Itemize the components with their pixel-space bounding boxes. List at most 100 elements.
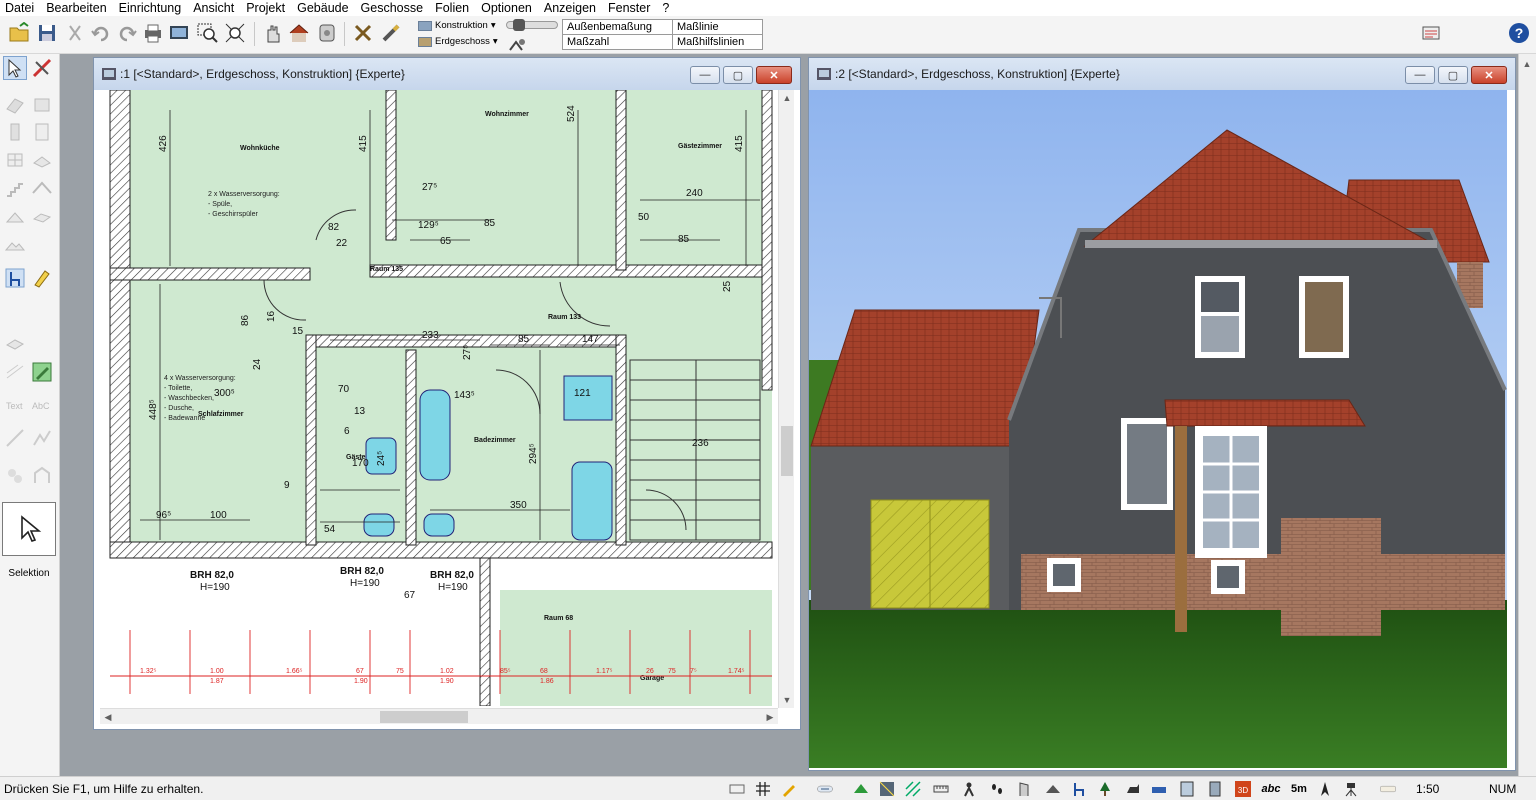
- menu-geschosse[interactable]: Geschosse: [355, 0, 430, 16]
- polyline-tool-icon[interactable]: [30, 426, 54, 450]
- slab-tool-icon[interactable]: [30, 204, 54, 228]
- hatch-icon[interactable]: [904, 780, 922, 798]
- catalog-icon[interactable]: [1418, 20, 1444, 46]
- grid-icon[interactable]: [754, 780, 772, 798]
- scroll-up-icon[interactable]: ▲: [779, 90, 795, 106]
- layer-dropdown[interactable]: Konstruktion ▾: [418, 20, 496, 31]
- furniture-chair-icon[interactable]: [3, 266, 27, 290]
- paper-scale-icon[interactable]: [1370, 780, 1406, 798]
- dormer-tool-icon[interactable]: [3, 204, 27, 228]
- text-tool-icon[interactable]: Text: [3, 394, 27, 418]
- measure-tool-icon[interactable]: [378, 20, 404, 46]
- scroll-thumb[interactable]: [380, 711, 468, 723]
- menu-gebaeude[interactable]: Gebäude: [291, 0, 354, 16]
- terrain-tool-icon[interactable]: [3, 232, 27, 256]
- menu-folien[interactable]: Folien: [429, 0, 475, 16]
- masslinie-button[interactable]: Maßlinie: [672, 19, 763, 35]
- floor-plan-canvas[interactable]: Wohnküche Wohnzimmer Gästezimmer Raum 13…: [100, 90, 778, 706]
- snap-person-icon[interactable]: [960, 780, 978, 798]
- select-arrow-icon[interactable]: [3, 56, 27, 80]
- menu-help[interactable]: ?: [656, 0, 675, 16]
- group-tool-icon[interactable]: [3, 464, 27, 488]
- roof-icon[interactable]: [1044, 780, 1062, 798]
- print-icon[interactable]: [140, 20, 166, 46]
- cut-icon[interactable]: [62, 20, 88, 46]
- door-element-icon[interactable]: [1206, 780, 1224, 798]
- minimize-button[interactable]: —: [690, 66, 720, 84]
- snap-tool-icon[interactable]: [350, 20, 376, 46]
- plane-view-icon[interactable]: [808, 780, 842, 798]
- undo-icon[interactable]: [88, 20, 114, 46]
- plan-horizontal-scrollbar[interactable]: ◀ ▶: [100, 708, 778, 724]
- scroll-right-icon[interactable]: ▶: [762, 709, 778, 725]
- building-hand-icon[interactable]: [260, 20, 286, 46]
- ceiling-tool-icon[interactable]: [30, 148, 54, 172]
- house-3d-icon[interactable]: [286, 20, 312, 46]
- zoom-all-icon[interactable]: [222, 20, 248, 46]
- dog-icon[interactable]: [1124, 780, 1142, 798]
- stair-tool-icon[interactable]: [3, 176, 27, 200]
- maximize-button[interactable]: ▢: [723, 66, 753, 84]
- transparency-slider[interactable]: [506, 19, 558, 31]
- save-icon[interactable]: [34, 20, 60, 46]
- symbol-tool-icon[interactable]: [30, 464, 54, 488]
- door-icon[interactable]: [1016, 780, 1034, 798]
- line-tool-icon[interactable]: [3, 426, 27, 450]
- close-button[interactable]: ✕: [1471, 66, 1507, 84]
- text-abc-icon[interactable]: abc: [1260, 780, 1282, 798]
- selection-tool-button[interactable]: [2, 502, 56, 556]
- minimize-button[interactable]: —: [1405, 66, 1435, 84]
- surface-tool-icon[interactable]: [3, 330, 27, 354]
- open-folder-icon[interactable]: [6, 20, 32, 46]
- north-arrow-icon[interactable]: [1316, 780, 1334, 798]
- floor-dropdown[interactable]: Erdgeschoss ▾: [418, 36, 498, 47]
- print-preview-icon[interactable]: [166, 20, 192, 46]
- plan-vertical-scrollbar[interactable]: ▲ ▼: [778, 90, 794, 708]
- aussenbemassung-button[interactable]: Außenbemaßung: [562, 19, 673, 35]
- redo-icon[interactable]: [114, 20, 140, 46]
- paint-brush-icon[interactable]: [30, 266, 54, 290]
- close-button[interactable]: ✕: [756, 66, 792, 84]
- texture-icon[interactable]: [878, 780, 896, 798]
- window-element-icon[interactable]: [1178, 780, 1196, 798]
- help-icon[interactable]: ?: [1506, 20, 1532, 46]
- menu-projekt[interactable]: Projekt: [240, 0, 291, 16]
- scale-readout[interactable]: 1:50: [1416, 782, 1439, 796]
- slider-knob[interactable]: [513, 19, 525, 31]
- camera-view-icon[interactable]: [314, 20, 340, 46]
- ruler-icon[interactable]: [932, 780, 950, 798]
- scroll-thumb[interactable]: [781, 426, 793, 476]
- wall-tool-icon[interactable]: [3, 92, 27, 116]
- maximize-button[interactable]: ▢: [1438, 66, 1468, 84]
- modify-tool-icon[interactable]: [30, 56, 54, 80]
- masszahl-button[interactable]: Maßzahl: [562, 34, 673, 50]
- texture-pencil-icon[interactable]: [30, 360, 54, 384]
- dimension-5m-icon[interactable]: 5m: [1288, 780, 1310, 798]
- 3d-viewport[interactable]: [809, 90, 1507, 768]
- scroll-left-icon[interactable]: ◀: [100, 709, 116, 725]
- 3d-mode-icon[interactable]: 3D: [1234, 780, 1252, 798]
- scroll-down-icon[interactable]: ▼: [779, 692, 795, 708]
- workspace-vertical-scrollbar[interactable]: ▲: [1518, 54, 1536, 776]
- menu-einrichtung[interactable]: Einrichtung: [113, 0, 188, 16]
- menu-bearbeiten[interactable]: Bearbeiten: [40, 0, 112, 16]
- door-tool-icon[interactable]: [30, 120, 54, 144]
- menu-anzeigen[interactable]: Anzeigen: [538, 0, 602, 16]
- abc-tool-icon[interactable]: AbC: [30, 394, 54, 418]
- menu-optionen[interactable]: Optionen: [475, 0, 538, 16]
- menu-datei[interactable]: Datei: [0, 0, 40, 16]
- window-tool-icon[interactable]: [3, 148, 27, 172]
- wall-3d-icon[interactable]: [30, 92, 54, 116]
- masshilfslinien-button[interactable]: Maßhilfslinien: [672, 34, 763, 50]
- column-tool-icon[interactable]: [3, 120, 27, 144]
- green-layer-icon[interactable]: [852, 780, 870, 798]
- menu-fenster[interactable]: Fenster: [602, 0, 656, 16]
- keyboard-icon[interactable]: [728, 780, 746, 798]
- camera-tripod-icon[interactable]: [1342, 780, 1360, 798]
- roof-tool-icon[interactable]: [30, 176, 54, 200]
- pencil-icon[interactable]: [780, 780, 798, 798]
- zoom-window-icon[interactable]: [194, 20, 220, 46]
- hatch-tool-icon[interactable]: [3, 360, 27, 384]
- footsteps-icon[interactable]: [988, 780, 1006, 798]
- sofa-icon[interactable]: [1150, 780, 1168, 798]
